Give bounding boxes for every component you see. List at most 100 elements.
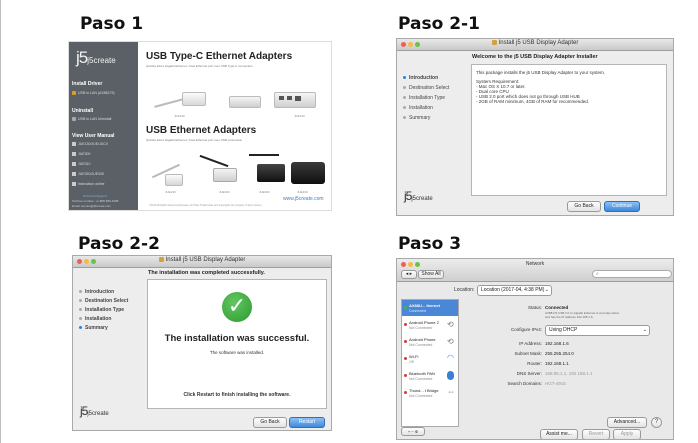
product-label-jue330: JUE330 [297,190,308,194]
website-link[interactable]: www.j5create.com [283,196,324,202]
view-user-manual-heading: View User Manual [72,133,115,139]
copyright-text: ©2016 All Rights Reserved j5create. All … [149,204,263,207]
ip-address-value: 192.168.1.6 [545,341,569,346]
status-value: Connected [545,305,569,310]
window-title: Install j5 USB Display Adapter [73,257,331,263]
status-description: AX88179 USB 3.0 to Gigabit Ethernet is c… [545,311,620,319]
interface-status: Not Connected [409,326,433,330]
product-label-jue320: JUE320 [219,190,230,194]
continue-button[interactable]: Continue [604,201,640,212]
product-label-jue130: JUE130 [165,190,176,194]
installer-welcome-heading: Welcome to the j5 USB Display Adapter In… [472,54,598,60]
revert-button[interactable]: Revert [582,429,610,439]
product-label-jce130: JCE130 [174,114,185,118]
sidebar-item-manual-3[interactable]: JUE310 [72,162,90,167]
left-frame-border [0,0,1,443]
step-dot [79,308,82,312]
installer-window-success: Install j5 USB Display Adapter The insta… [72,255,332,431]
sidebar-item-uninstall[interactable]: USB to LAN Uninstall [72,117,111,122]
location-select[interactable]: Location (2017-04, 4:38 PM) ⌄ [477,285,552,296]
usb-ethernet-subheading: Quickly add a Gigabit Ethernet / Fast Et… [146,138,243,142]
uninstall-icon [72,117,76,122]
interface-selected-row[interactable]: AX88U... thernet Connected [402,300,458,316]
interface-status: Not Connected [409,343,433,347]
network-interface-list: AX88U... thernet Connected Android Phone… [401,299,459,427]
help-button[interactable]: ? [651,417,662,428]
installer-step-summary: Summary [403,115,430,121]
installer-intro-text: This package installs the j5 USB Display… [476,70,606,75]
ip-address-label: IP Address: [519,341,542,346]
install-driver-heading: Install Driver [72,81,103,87]
sidebar-item-usb-to-lan[interactable]: USB to LAN (AX88179) [72,91,115,96]
interface-status: Connected [409,309,426,313]
window-title: Install j5 USB Display Adapter [397,40,673,46]
requirement-item: - 2GB of RAM minimum, 4GB of RAM for rec… [476,99,590,104]
router-value: 192.168.1.1 [545,361,569,366]
tech-support-phone: Toll-free number: +1-888-689-4088 [72,199,119,203]
router-label: Router: [527,361,542,366]
show-all-button[interactable]: Show All [418,270,444,279]
product-image-jce133 [229,82,324,117]
installer-step-type: Installation Type [403,95,445,101]
network-toolbar: Network ◂ ▸ Show All ⌕ [397,259,673,282]
step1-autorun-window: j5j5create Install Driver USB to LAN (AX… [68,41,332,211]
j5create-logo: j5j5create [76,48,116,67]
search-domains-value: HGT-4915 [545,381,566,386]
apply-button[interactable]: Apply [613,429,641,439]
chevron-down-icon: ⌄ [642,327,647,333]
configure-ipv4-select[interactable]: Using DHCP ⌄ [545,325,650,336]
usb-ethernet-heading: USB Ethernet Adapters [146,125,257,136]
interface-name: Bluetooth PAN [409,371,435,376]
step-dot [403,96,406,100]
restart-button[interactable]: Restart [289,417,325,428]
bluetooth-icon [447,371,454,380]
document-icon [72,152,76,157]
step-title-paso-2-1: Paso 2-1 [398,14,480,34]
search-icon: ⌕ [596,271,599,277]
interface-name: Thund... t Bridge [409,388,439,393]
interface-row[interactable]: Android Phone Not Connected ⟲ [402,334,458,350]
installation-complete-banner: The installation was completed successfu… [148,270,265,276]
success-checkmark-icon: ✓ [222,292,252,322]
add-remove-service-buttons[interactable]: + − ✲ [401,427,425,436]
dns-server-value: 168.95.1.1, 192.168.1.1 [545,371,593,376]
interface-name: Wi-Fi [409,354,419,359]
installer-content-pane: This package installs the j5 USB Display… [471,64,667,196]
success-subtext: The software was installed. [209,350,265,355]
sidebar-item-manual-4[interactable]: JUE320/JUE330 [72,172,104,177]
advanced-button[interactable]: Advanced... [607,417,647,428]
document-icon [72,182,76,187]
step-dot [403,106,406,110]
go-back-button[interactable]: Go Back [567,201,601,212]
interface-status: Not Connected [409,394,433,398]
interface-row[interactable]: Android Phone 2 Not Connected ⟲ [402,317,458,333]
sidebar-item-manual-5[interactable]: Instruction online [72,182,104,187]
installer-window-intro: Install j5 USB Display Adapter Welcome t… [396,38,674,216]
back-forward-buttons[interactable]: ◂ ▸ [401,270,417,279]
chevron-down-icon: ⌄ [544,287,549,293]
search-input[interactable]: ⌕ [592,270,672,278]
interface-row[interactable]: Wi-Fi Off ◠ [402,351,458,367]
uninstall-heading: Uninstall [72,108,94,114]
installer-step-introduction: Introduction [79,289,114,295]
document-icon [72,162,76,167]
step-dot [79,317,82,321]
installer-step-introduction: Introduction [403,75,438,81]
status-dot-red [404,357,407,360]
type-c-subheading: Quickly add a Gigabit Ethernet / Fast Et… [146,64,253,68]
interface-status: Off [409,360,414,364]
configure-ipv4-label: Configure IPv4: [510,327,542,332]
interface-row[interactable]: Thund... t Bridge Not Connected ⇔ [402,385,458,401]
sidebar-item-manual-2[interactable]: JUE300 [72,152,90,157]
assist-me-button[interactable]: Assist me... [540,429,578,439]
interface-status: Not Connected [409,377,433,381]
step-title-paso-2-2: Paso 2-2 [78,234,160,254]
network-preferences-window: Network ◂ ▸ Show All ⌕ Location: Locatio… [396,258,674,440]
step-dot [403,86,406,90]
sidebar-item-manual-1[interactable]: JUE130/JUE/JUCX [72,142,108,147]
go-back-button[interactable]: Go Back [253,417,287,428]
interface-name: AX88U... thernet [409,303,440,308]
interface-row[interactable]: Bluetooth PAN Not Connected [402,368,458,384]
phone-connection-icon: ⟲ [447,337,454,346]
usb-adapter-product-images [149,150,329,195]
